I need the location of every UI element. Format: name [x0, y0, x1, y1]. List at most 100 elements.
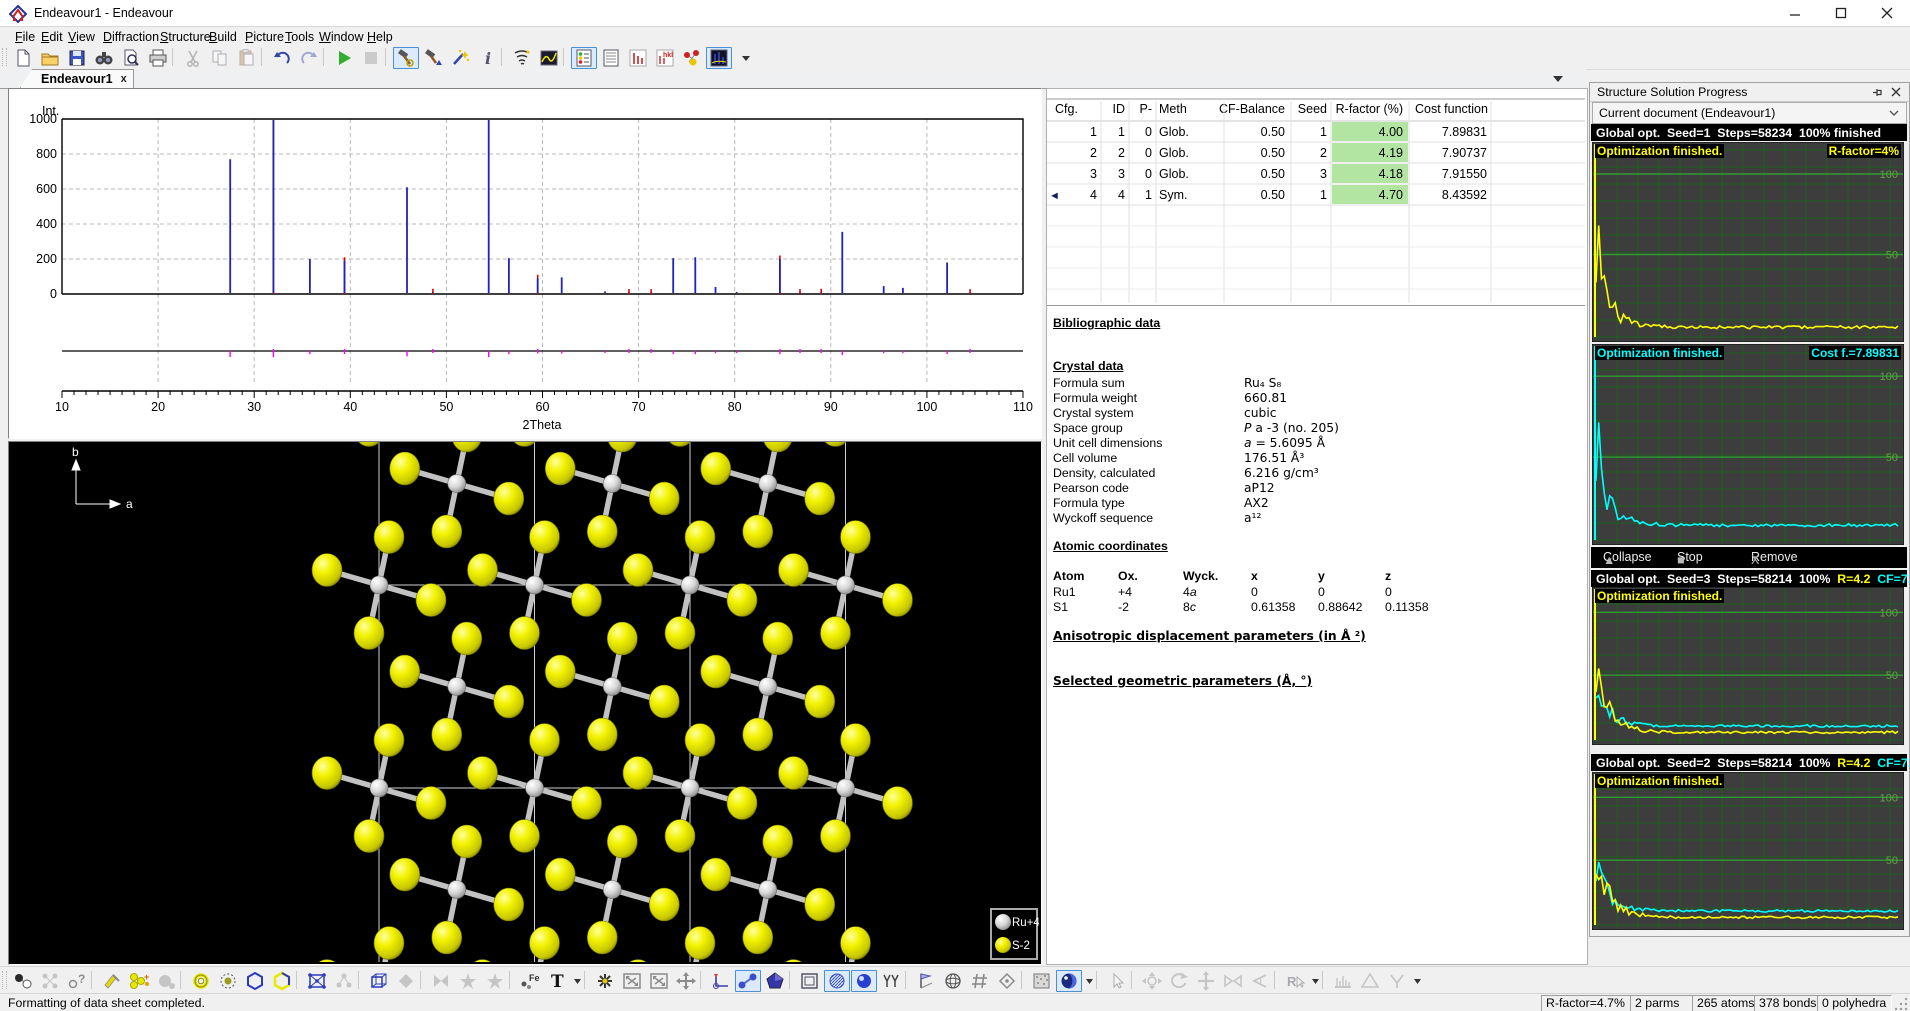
- sphere-mesh-icon[interactable]: [940, 970, 966, 992]
- scale-tool-icon[interactable]: [1220, 970, 1246, 992]
- texture-mode-icon[interactable]: [1029, 970, 1055, 992]
- start-calculation-icon[interactable]: [331, 47, 357, 69]
- sphere-shiny-icon[interactable]: [851, 970, 877, 992]
- crystal-structure-panel[interactable]: b aRu+4S-2: [8, 441, 1042, 965]
- orientation-flag-icon[interactable]: [913, 970, 939, 992]
- profile-icon[interactable]: [536, 47, 562, 69]
- cut-icon[interactable]: [180, 47, 206, 69]
- atom-group-icon[interactable]: [153, 970, 179, 992]
- dotted-atom-icon[interactable]: [215, 970, 241, 992]
- rhomb-icon[interactable]: [393, 970, 419, 992]
- save-icon[interactable]: [64, 47, 90, 69]
- tab-close-icon[interactable]: x: [121, 73, 127, 85]
- menu-help[interactable]: Help: [363, 29, 397, 45]
- remove-button[interactable]: XRemove: [1751, 550, 1798, 564]
- rotate-tool-icon[interactable]: [1166, 970, 1192, 992]
- connectivity-net-icon[interactable]: [304, 970, 330, 992]
- structure-solution-icon[interactable]: [393, 47, 419, 69]
- torsion-icon-dropdown[interactable]: [1411, 970, 1423, 992]
- redo-icon[interactable]: [296, 47, 322, 69]
- menu-build[interactable]: Build: [205, 29, 241, 45]
- menu-view[interactable]: View: [64, 29, 99, 45]
- atoms-view-icon[interactable]: [679, 47, 705, 69]
- stop-button[interactable]: ■Stop: [1677, 550, 1703, 564]
- minimize-button[interactable]: [1772, 0, 1818, 26]
- data-sheet-icon[interactable]: [598, 47, 624, 69]
- render-mode-icon[interactable]: [1056, 970, 1082, 992]
- atom-unknown-icon[interactable]: ?: [64, 970, 90, 992]
- bond-star-icon[interactable]: [455, 970, 481, 992]
- ring-yellow-icon[interactable]: [188, 970, 214, 992]
- pattern-view-icon[interactable]: [706, 47, 732, 69]
- render-mode-icon-dropdown[interactable]: [1083, 970, 1095, 992]
- collapse-button[interactable]: ▲Collapse: [1603, 550, 1652, 564]
- pick-rotate-icon[interactable]: R: [1282, 970, 1308, 992]
- undo-icon[interactable]: [269, 47, 295, 69]
- menu-diffraction[interactable]: Diffraction: [99, 29, 163, 45]
- add-atoms-icon[interactable]: +: [126, 970, 152, 992]
- tab-endeavour1[interactable]: Endeavour1 x: [20, 69, 134, 88]
- torsion-icon[interactable]: [1384, 970, 1410, 992]
- diffraction-pattern-panel[interactable]: 1020304050607080901001100200400600800100…: [8, 88, 1042, 439]
- erase-tool-icon[interactable]: [99, 970, 125, 992]
- sphere-hatched-icon[interactable]: [824, 970, 850, 992]
- show-frame-icon[interactable]: [797, 970, 823, 992]
- pick-rotate-icon-dropdown[interactable]: [1309, 970, 1321, 992]
- distance-histogram-icon[interactable]: [1330, 970, 1356, 992]
- print-icon[interactable]: [145, 47, 171, 69]
- menu-window[interactable]: Window: [315, 29, 367, 45]
- structures-list-icon[interactable]: [571, 47, 597, 69]
- wizard-icon[interactable]: [447, 47, 473, 69]
- copy-icon[interactable]: [207, 47, 233, 69]
- print-preview-icon[interactable]: [118, 47, 144, 69]
- show-bonds-icon[interactable]: [735, 970, 761, 992]
- menu-tools[interactable]: Tools: [281, 29, 318, 45]
- hkl-bars-icon[interactable]: [625, 47, 651, 69]
- angle-yy-icon[interactable]: [878, 970, 904, 992]
- open-icon[interactable]: [37, 47, 63, 69]
- angle-tool-icon[interactable]: [1247, 970, 1273, 992]
- select-atoms-icon[interactable]: [10, 970, 36, 992]
- toolbar-gripper[interactable]: [2, 971, 7, 989]
- configuration-table[interactable]: Cfg.IDP-MethCF-BalanceSeedR-factor (%)Co…: [1047, 89, 1585, 305]
- move-tool-icon[interactable]: [1193, 970, 1219, 992]
- resize-grip[interactable]: [1895, 997, 1908, 1010]
- bond-x-icon[interactable]: [428, 970, 454, 992]
- tab-overflow-icon[interactable]: [1552, 73, 1564, 83]
- pan-tool-icon[interactable]: [1139, 970, 1165, 992]
- maximize-button[interactable]: [1818, 0, 1864, 26]
- panel-close-icon[interactable]: [1891, 87, 1901, 97]
- structure-solution-options-icon[interactable]: [420, 47, 446, 69]
- new-document-icon[interactable]: [10, 47, 36, 69]
- text-tool-icon-dropdown[interactable]: [571, 970, 583, 992]
- hexagon-blue-icon[interactable]: [242, 970, 268, 992]
- data-sheet[interactable]: Bibliographic dataCrystal dataFormula su…: [1047, 308, 1585, 958]
- grid-hash-icon[interactable]: [967, 970, 993, 992]
- close-button[interactable]: [1864, 0, 1910, 26]
- diamond-dot-icon[interactable]: [994, 970, 1020, 992]
- text-tool-icon[interactable]: T: [544, 970, 570, 992]
- move-objects-icon[interactable]: [592, 970, 618, 992]
- element-labels-icon[interactable]: Fe: [517, 970, 543, 992]
- document-selector[interactable]: Current document (Endeavour1): [1592, 102, 1907, 124]
- angle-probe-icon[interactable]: [708, 970, 734, 992]
- atoms-x-icon[interactable]: [37, 970, 63, 992]
- cluster-icon[interactable]: [331, 970, 357, 992]
- menu-file[interactable]: File: [11, 29, 39, 45]
- toolbar-overflow-icon[interactable]: [733, 47, 759, 69]
- angle-triangle-icon[interactable]: [1357, 970, 1383, 992]
- stop-calculation-icon[interactable]: [358, 47, 384, 69]
- expand-view-icon[interactable]: [673, 970, 699, 992]
- pin-icon[interactable]: [1872, 87, 1883, 98]
- toolbar-gripper[interactable]: [2, 48, 7, 66]
- info-icon[interactable]: i: [474, 47, 500, 69]
- bond-star2-icon[interactable]: [482, 970, 508, 992]
- menu-edit[interactable]: Edit: [37, 29, 67, 45]
- pointer-icon[interactable]: [1104, 970, 1130, 992]
- unit-cell-box-icon[interactable]: [366, 970, 392, 992]
- find-icon[interactable]: [91, 47, 117, 69]
- hkl-labels-icon[interactable]: hkl: [652, 47, 678, 69]
- show-polyhedra-icon[interactable]: [762, 970, 788, 992]
- fit-page-icon[interactable]: [646, 970, 672, 992]
- optimization-icon[interactable]: [509, 47, 535, 69]
